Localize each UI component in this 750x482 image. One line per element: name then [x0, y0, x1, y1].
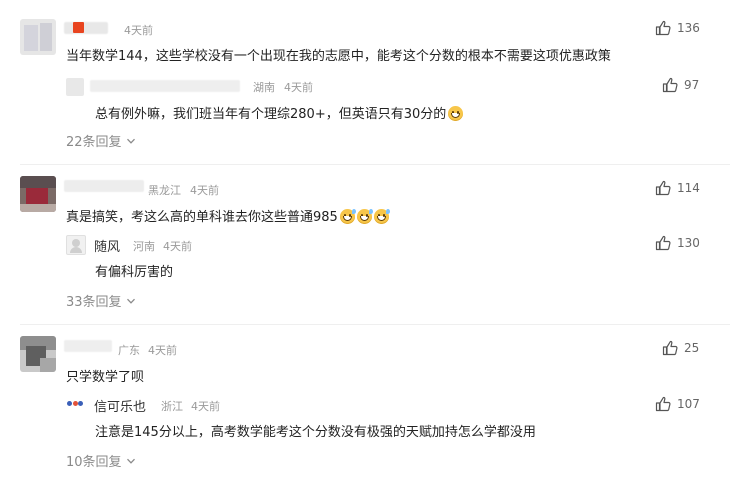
view-more-replies[interactable]: 22条回复 [66, 131, 136, 150]
comment-time: 4天前 [148, 344, 177, 357]
username-redacted[interactable] [64, 340, 112, 352]
comment-text: 只学数学了呗 [66, 370, 145, 385]
like-count: 114 [677, 181, 700, 195]
reply-time: 4天前 [163, 240, 192, 253]
like-count: 130 [677, 236, 700, 250]
chevron-down-icon [126, 298, 135, 304]
view-more-replies[interactable]: 10条回复 [66, 451, 136, 470]
user-badge [73, 22, 84, 33]
like-count: 97 [684, 78, 700, 92]
like-button[interactable]: 136 [655, 20, 700, 36]
reply-like-button[interactable]: 97 [662, 77, 699, 93]
view-more-replies[interactable]: 33条回复 [66, 291, 136, 310]
thumbs-up-icon [662, 77, 678, 93]
reply-text: 总有例外嘛，我们班当年有个理综280+，但英语只有30分的 [95, 103, 464, 122]
reply-like-button[interactable]: 130 [655, 235, 700, 251]
thumbs-up-icon [655, 396, 671, 412]
comment-time: 4天前 [190, 184, 219, 197]
thumbs-up-icon [655, 235, 671, 251]
grin-emoji-icon [448, 106, 464, 121]
thumbs-up-icon [655, 180, 671, 196]
reply-time: 4天前 [284, 81, 313, 94]
user-avatar[interactable] [20, 336, 56, 372]
reply-avatar[interactable] [66, 235, 86, 255]
like-count: 136 [677, 21, 700, 35]
reply-like-button[interactable]: 107 [655, 396, 700, 412]
user-avatar[interactable] [20, 19, 56, 55]
sweat-smile-emoji-icon [356, 209, 373, 224]
sweat-smile-emoji-icon [339, 209, 356, 224]
reply-username[interactable]: 随风 [94, 236, 120, 255]
like-count: 107 [677, 397, 700, 411]
reply-username-redacted[interactable] [90, 80, 240, 92]
comment-text: 当年数学144，这些学校没有一个出现在我的志愿中，能考这个分数的根本不需要这项优… [66, 49, 611, 64]
user-avatar[interactable] [20, 176, 56, 212]
reply-avatar[interactable] [66, 78, 84, 96]
reply-avatar[interactable] [66, 395, 84, 413]
reply-location: 湖南 [253, 81, 275, 94]
comment-text: 真是搞笑，考这么高的单科谁去你这些普通985 [66, 206, 390, 225]
sweat-smile-emoji-icon [373, 209, 390, 224]
comment-location: 广东 [118, 344, 140, 357]
reply-time: 4天前 [191, 400, 220, 413]
reply-text: 注意是145分以上，高考数学能考这个分数没有极强的天赋加持怎么学都没用 [95, 425, 536, 440]
reply-location: 浙江 [161, 400, 183, 413]
reply-location: 河南 [133, 240, 155, 253]
like-count: 25 [684, 341, 700, 355]
username-redacted[interactable] [64, 180, 144, 192]
comment-divider [20, 324, 730, 325]
comment-time: 4天前 [124, 24, 153, 37]
comment-location: 黑龙江 [148, 184, 181, 197]
comment-divider [20, 164, 730, 165]
chevron-down-icon [126, 138, 135, 144]
chevron-down-icon [126, 458, 135, 464]
like-button[interactable]: 25 [662, 340, 699, 356]
username-redacted[interactable] [64, 22, 108, 34]
reply-username[interactable]: 信可乐也 [94, 396, 146, 415]
like-button[interactable]: 114 [655, 180, 700, 196]
reply-text: 有偏科厉害的 [95, 265, 174, 280]
thumbs-up-icon [655, 20, 671, 36]
thumbs-up-icon [662, 340, 678, 356]
